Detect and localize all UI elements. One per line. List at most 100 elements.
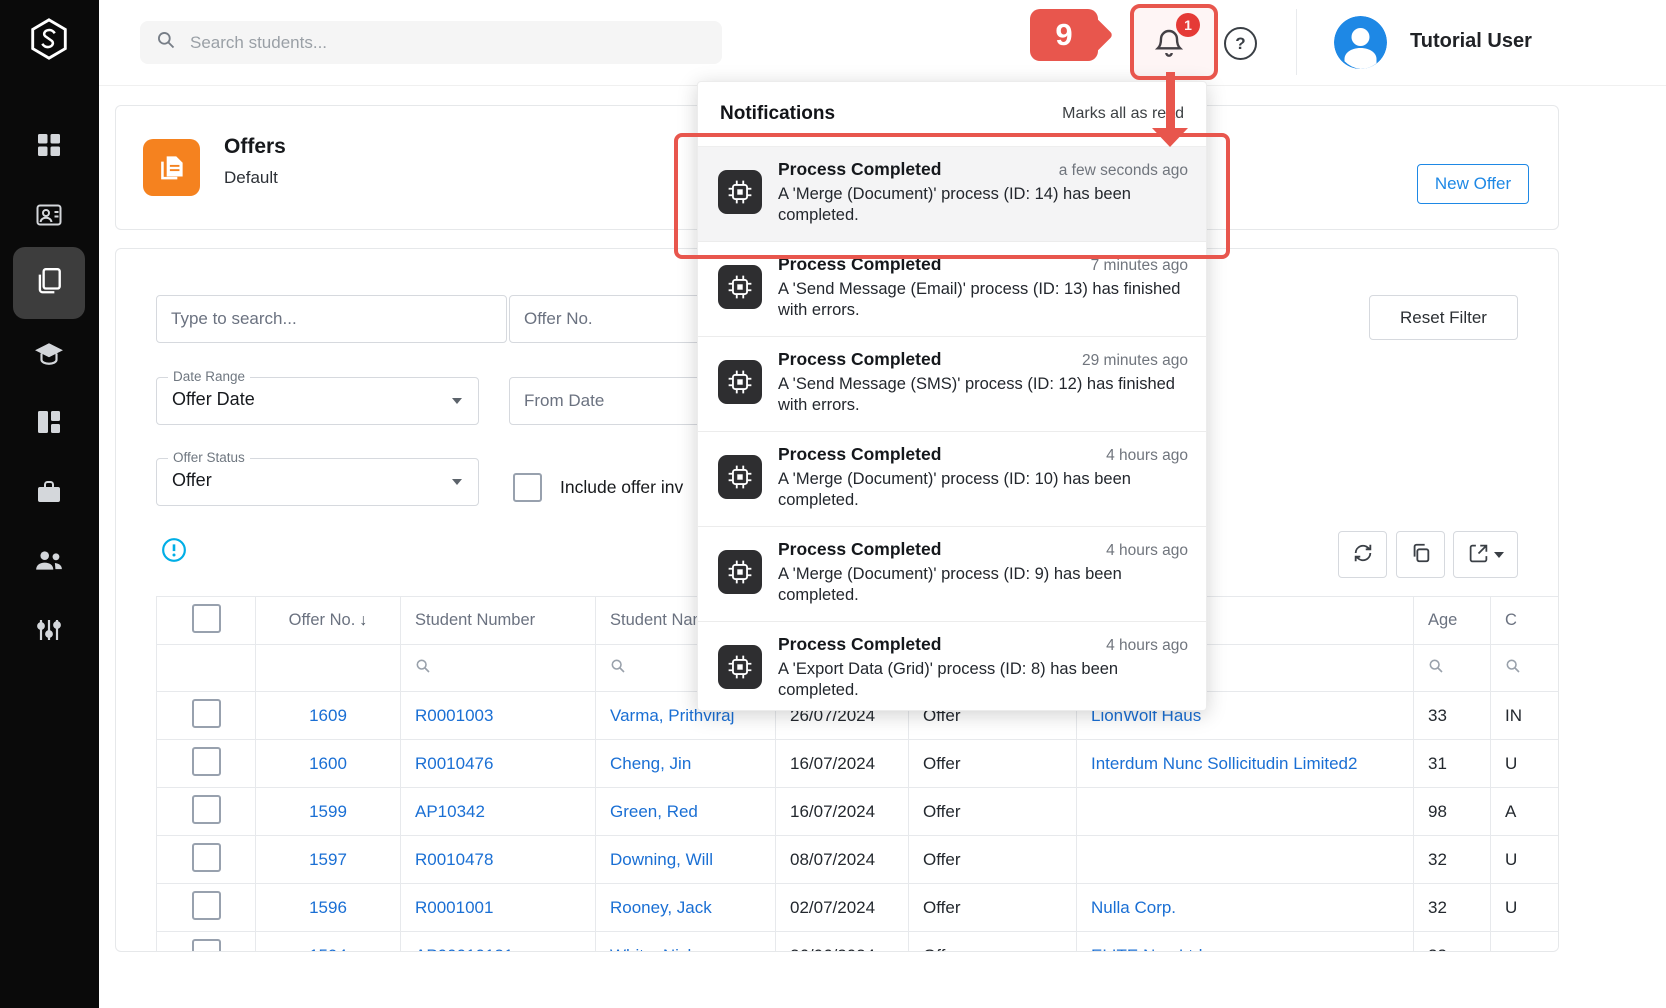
col-header-country[interactable]: C	[1491, 597, 1559, 645]
notification-text: A 'Merge (Document)' process (ID: 10) ha…	[778, 469, 1192, 511]
column-search-icon[interactable]	[415, 659, 431, 678]
student-name-link[interactable]: Cheng, Jin	[596, 740, 776, 788]
row-checkbox[interactable]	[192, 939, 221, 953]
status-cell: Offer	[909, 788, 1077, 836]
column-search-icon[interactable]	[610, 659, 626, 678]
include-offer-label: Include offer inv	[560, 477, 683, 498]
country-cell: A	[1491, 788, 1559, 836]
sidebar-item-settings[interactable]	[13, 600, 85, 664]
notification-item[interactable]: Process Completed a few seconds ago A 'M…	[698, 147, 1206, 242]
select-all-checkbox[interactable]	[192, 604, 221, 633]
student-name-link[interactable]: Green, Red	[596, 788, 776, 836]
row-checkbox[interactable]	[192, 699, 221, 728]
column-search-icon[interactable]	[1428, 659, 1444, 678]
table-row: 1594 AP00010121 White, Nick 26/06/2024 O…	[157, 932, 1559, 953]
sidebar-item-courses[interactable]	[13, 324, 85, 388]
student-number-link[interactable]: AP00010121	[401, 932, 596, 953]
user-name-label: Tutorial User	[1410, 30, 1532, 53]
reset-filter-button[interactable]: Reset Filter	[1369, 295, 1518, 340]
status-cell: Offer	[909, 836, 1077, 884]
student-number-link[interactable]: R0001003	[401, 692, 596, 740]
row-checkbox[interactable]	[192, 795, 221, 824]
notification-item[interactable]: Process Completed 4 hours ago A 'Merge (…	[698, 527, 1206, 622]
dashboard-icon	[35, 131, 63, 164]
row-checkbox[interactable]	[192, 843, 221, 872]
notifications-panel: Notifications Marks all as read Process …	[697, 81, 1207, 711]
offer-no-link[interactable]: 1597	[256, 836, 401, 884]
offer-no-link[interactable]: 1594	[256, 932, 401, 953]
row-checkbox[interactable]	[192, 891, 221, 920]
student-number-link[interactable]: R0010476	[401, 740, 596, 788]
offer-no-link[interactable]: 1600	[256, 740, 401, 788]
col-header-age[interactable]: Age	[1414, 597, 1491, 645]
date-range-label: Date Range	[168, 369, 250, 384]
student-name-link[interactable]: White, Nick	[596, 932, 776, 953]
student-name-link[interactable]: Rooney, Jack	[596, 884, 776, 932]
notification-text: A 'Send Message (Email)' process (ID: 13…	[778, 279, 1192, 321]
notification-item[interactable]: Process Completed 7 minutes ago A 'Send …	[698, 242, 1206, 337]
student-number-link[interactable]: R0001001	[401, 884, 596, 932]
export-button[interactable]	[1453, 531, 1518, 578]
sidebar-item-dashboard[interactable]	[13, 115, 85, 179]
col-header-student-number[interactable]: Student Number	[401, 597, 596, 645]
notification-item[interactable]: Process Completed 29 minutes ago A 'Send…	[698, 337, 1206, 432]
date-range-value: Offer Date	[172, 389, 255, 410]
offer-status-value: Offer	[172, 470, 212, 491]
sidebar-item-offers[interactable]	[13, 247, 85, 319]
student-name-link[interactable]: Downing, Will	[596, 836, 776, 884]
company-link[interactable]: Interdum Nunc Sollicitudin Limited2	[1077, 740, 1414, 788]
search-students-input[interactable]	[188, 32, 672, 54]
notification-title: Process Completed	[778, 159, 941, 180]
sidebar-item-agents[interactable]	[13, 530, 85, 594]
mark-all-as-read-button[interactable]: Marks all as read	[1062, 105, 1184, 123]
offer-date-cell: 08/07/2024	[776, 836, 909, 884]
student-number-link[interactable]: R0010478	[401, 836, 596, 884]
age-cell: 33	[1414, 692, 1491, 740]
briefcase-icon	[35, 478, 63, 511]
notification-text: A 'Merge (Document)' process (ID: 14) ha…	[778, 184, 1192, 226]
chevron-down-icon	[1494, 552, 1504, 558]
notification-time: 29 minutes ago	[1082, 352, 1188, 370]
age-cell: 32	[1414, 836, 1491, 884]
sidebar-item-boards[interactable]	[13, 392, 85, 456]
notification-item[interactable]: Process Completed 4 hours ago A 'Merge (…	[698, 432, 1206, 527]
company-link[interactable]	[1077, 836, 1414, 884]
notification-item[interactable]: Process Completed 4 hours ago A 'Export …	[698, 622, 1206, 711]
user-avatar[interactable]	[1334, 16, 1387, 69]
country-cell	[1491, 932, 1559, 953]
copy-grid-button[interactable]	[1396, 531, 1445, 578]
notification-time: a few seconds ago	[1059, 162, 1188, 180]
process-icon	[718, 455, 762, 499]
question-mark-icon: ?	[1235, 34, 1245, 54]
notification-time: 4 hours ago	[1106, 637, 1188, 655]
company-link[interactable]: ELITE Non Ltd	[1077, 932, 1414, 953]
grid-search-input[interactable]	[156, 295, 507, 343]
date-range-select[interactable]: Date Range Offer Date	[156, 377, 479, 425]
offer-no-link[interactable]: 1599	[256, 788, 401, 836]
offer-no-link[interactable]: 1609	[256, 692, 401, 740]
status-cell: Offer	[909, 740, 1077, 788]
sidebar-item-placements[interactable]	[13, 462, 85, 526]
offer-status-select[interactable]: Offer Status Offer	[156, 458, 479, 506]
documents-icon	[34, 266, 64, 301]
new-offer-button[interactable]: New Offer	[1417, 164, 1529, 204]
offer-no-link[interactable]: 1596	[256, 884, 401, 932]
refresh-button[interactable]	[1338, 531, 1387, 578]
status-cell: Offer	[909, 932, 1077, 953]
include-offer-checkbox[interactable]	[513, 473, 542, 502]
row-checkbox[interactable]	[192, 747, 221, 776]
process-icon	[718, 360, 762, 404]
table-row: 1597 R0010478 Downing, Will 08/07/2024 O…	[157, 836, 1559, 884]
company-link[interactable]: Nulla Corp.	[1077, 884, 1414, 932]
country-cell: U	[1491, 740, 1559, 788]
grid-info-icon[interactable]	[161, 537, 187, 568]
help-button[interactable]: ?	[1224, 27, 1257, 60]
student-search-box[interactable]	[140, 21, 722, 64]
company-link[interactable]	[1077, 788, 1414, 836]
contacts-icon	[35, 201, 63, 234]
col-header-offer-no[interactable]: Offer No.↓	[256, 597, 401, 645]
student-number-link[interactable]: AP10342	[401, 788, 596, 836]
column-search-icon[interactable]	[1505, 659, 1521, 678]
notification-text: A 'Send Message (SMS)' process (ID: 12) …	[778, 374, 1192, 416]
sidebar-item-contacts[interactable]	[13, 185, 85, 249]
